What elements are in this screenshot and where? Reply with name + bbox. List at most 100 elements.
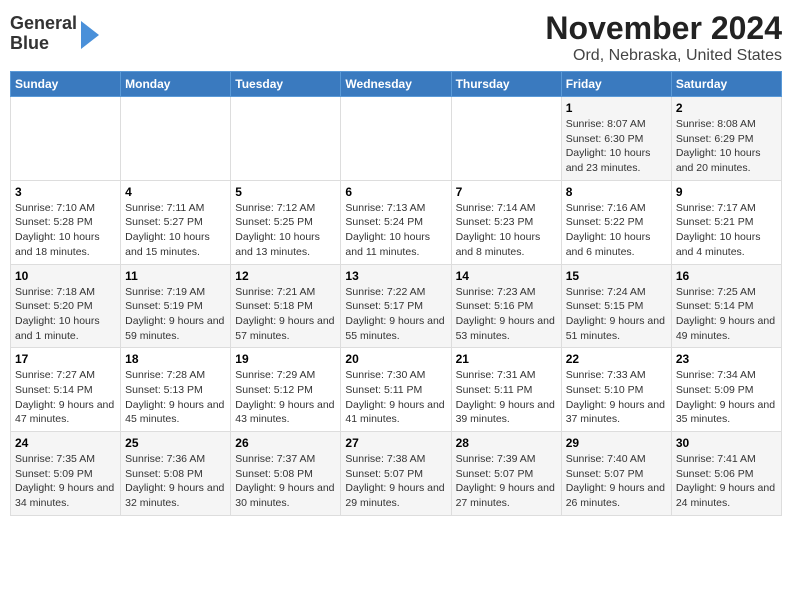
day-info: Sunrise: 7:13 AM Sunset: 5:24 PM Dayligh… [345,201,446,260]
day-info: Sunrise: 7:29 AM Sunset: 5:12 PM Dayligh… [235,368,336,427]
day-number: 11 [125,269,226,283]
day-info: Sunrise: 7:18 AM Sunset: 5:20 PM Dayligh… [15,285,116,344]
column-header-friday: Friday [561,72,671,97]
day-number: 16 [676,269,777,283]
calendar-cell: 15 Sunrise: 7:24 AM Sunset: 5:15 PM Dayli… [561,264,671,348]
day-number: 18 [125,352,226,366]
day-number: 24 [15,436,116,450]
day-number: 15 [566,269,667,283]
day-info: Sunrise: 7:28 AM Sunset: 5:13 PM Dayligh… [125,368,226,427]
calendar-body: 1 Sunrise: 8:07 AM Sunset: 6:30 PM Daylig… [11,97,782,516]
calendar-cell [11,97,121,181]
calendar-cell: 3 Sunrise: 7:10 AM Sunset: 5:28 PM Daylig… [11,180,121,264]
day-number: 4 [125,185,226,199]
calendar-week-2: 3 Sunrise: 7:10 AM Sunset: 5:28 PM Daylig… [11,180,782,264]
calendar-header: SundayMondayTuesdayWednesdayThursdayFrid… [11,72,782,97]
day-number: 13 [345,269,446,283]
day-info: Sunrise: 7:21 AM Sunset: 5:18 PM Dayligh… [235,285,336,344]
calendar-table: SundayMondayTuesdayWednesdayThursdayFrid… [10,71,782,516]
calendar-cell: 28 Sunrise: 7:39 AM Sunset: 5:07 PM Dayli… [451,432,561,516]
calendar-week-1: 1 Sunrise: 8:07 AM Sunset: 6:30 PM Daylig… [11,97,782,181]
calendar-cell: 24 Sunrise: 7:35 AM Sunset: 5:09 PM Dayli… [11,432,121,516]
calendar-week-3: 10 Sunrise: 7:18 AM Sunset: 5:20 PM Dayli… [11,264,782,348]
calendar-cell: 25 Sunrise: 7:36 AM Sunset: 5:08 PM Dayli… [121,432,231,516]
calendar-cell: 7Sunrise: 7:14 AM Sunset: 5:23 PM Daylig… [451,180,561,264]
logo-text: General Blue [10,14,77,54]
day-info: Sunrise: 7:12 AM Sunset: 5:25 PM Dayligh… [235,201,336,260]
day-number: 7 [456,185,557,199]
calendar-cell: 11 Sunrise: 7:19 AM Sunset: 5:19 PM Dayli… [121,264,231,348]
day-number: 10 [15,269,116,283]
calendar-cell: 30Sunrise: 7:41 AM Sunset: 5:06 PM Dayli… [671,432,781,516]
column-header-monday: Monday [121,72,231,97]
day-number: 5 [235,185,336,199]
day-number: 8 [566,185,667,199]
calendar-cell: 17Sunrise: 7:27 AM Sunset: 5:14 PM Dayli… [11,348,121,432]
calendar-cell: 27 Sunrise: 7:38 AM Sunset: 5:07 PM Dayli… [341,432,451,516]
calendar-cell: 1 Sunrise: 8:07 AM Sunset: 6:30 PM Daylig… [561,97,671,181]
day-info: Sunrise: 7:25 AM Sunset: 5:14 PM Dayligh… [676,285,777,344]
day-number: 21 [456,352,557,366]
day-number: 22 [566,352,667,366]
logo-line1: General [10,14,77,34]
calendar-cell: 9Sunrise: 7:17 AM Sunset: 5:21 PM Daylig… [671,180,781,264]
page-header: General Blue November 2024 Ord, Nebraska… [10,10,782,65]
calendar-cell: 13 Sunrise: 7:22 AM Sunset: 5:17 PM Dayli… [341,264,451,348]
day-info: Sunrise: 7:30 AM Sunset: 5:11 PM Dayligh… [345,368,446,427]
header-row: SundayMondayTuesdayWednesdayThursdayFrid… [11,72,782,97]
calendar-cell: 26Sunrise: 7:37 AM Sunset: 5:08 PM Dayli… [231,432,341,516]
day-number: 14 [456,269,557,283]
day-info: Sunrise: 7:16 AM Sunset: 5:22 PM Dayligh… [566,201,667,260]
calendar-cell: 21Sunrise: 7:31 AM Sunset: 5:11 PM Dayli… [451,348,561,432]
day-number: 9 [676,185,777,199]
calendar-cell [341,97,451,181]
page-subtitle: Ord, Nebraska, United States [545,47,782,65]
column-header-wednesday: Wednesday [341,72,451,97]
calendar-cell [451,97,561,181]
column-header-sunday: Sunday [11,72,121,97]
day-number: 20 [345,352,446,366]
day-info: Sunrise: 7:40 AM Sunset: 5:07 PM Dayligh… [566,452,667,511]
calendar-cell: 10 Sunrise: 7:18 AM Sunset: 5:20 PM Dayli… [11,264,121,348]
calendar-cell [121,97,231,181]
day-info: Sunrise: 7:39 AM Sunset: 5:07 PM Dayligh… [456,452,557,511]
day-number: 2 [676,101,777,115]
title-block: November 2024 Ord, Nebraska, United Stat… [545,10,782,65]
calendar-cell: 22 Sunrise: 7:33 AM Sunset: 5:10 PM Dayli… [561,348,671,432]
day-info: Sunrise: 7:10 AM Sunset: 5:28 PM Dayligh… [15,201,116,260]
column-header-tuesday: Tuesday [231,72,341,97]
day-info: Sunrise: 7:11 AM Sunset: 5:27 PM Dayligh… [125,201,226,260]
calendar-cell: 14 Sunrise: 7:23 AM Sunset: 5:16 PM Dayli… [451,264,561,348]
day-info: Sunrise: 8:08 AM Sunset: 6:29 PM Dayligh… [676,117,777,176]
calendar-week-4: 17Sunrise: 7:27 AM Sunset: 5:14 PM Dayli… [11,348,782,432]
day-info: Sunrise: 7:22 AM Sunset: 5:17 PM Dayligh… [345,285,446,344]
day-info: Sunrise: 7:19 AM Sunset: 5:19 PM Dayligh… [125,285,226,344]
day-info: Sunrise: 7:38 AM Sunset: 5:07 PM Dayligh… [345,452,446,511]
day-number: 26 [235,436,336,450]
day-info: Sunrise: 7:24 AM Sunset: 5:15 PM Dayligh… [566,285,667,344]
day-number: 28 [456,436,557,450]
day-info: Sunrise: 7:35 AM Sunset: 5:09 PM Dayligh… [15,452,116,511]
day-info: Sunrise: 7:36 AM Sunset: 5:08 PM Dayligh… [125,452,226,511]
column-header-thursday: Thursday [451,72,561,97]
day-info: Sunrise: 7:23 AM Sunset: 5:16 PM Dayligh… [456,285,557,344]
day-number: 3 [15,185,116,199]
calendar-cell: 2 Sunrise: 8:08 AM Sunset: 6:29 PM Daylig… [671,97,781,181]
day-number: 27 [345,436,446,450]
calendar-cell: 18 Sunrise: 7:28 AM Sunset: 5:13 PM Dayli… [121,348,231,432]
calendar-week-5: 24 Sunrise: 7:35 AM Sunset: 5:09 PM Dayli… [11,432,782,516]
day-info: Sunrise: 7:33 AM Sunset: 5:10 PM Dayligh… [566,368,667,427]
day-number: 25 [125,436,226,450]
calendar-cell: 16 Sunrise: 7:25 AM Sunset: 5:14 PM Dayli… [671,264,781,348]
day-number: 6 [345,185,446,199]
calendar-cell: 4 Sunrise: 7:11 AM Sunset: 5:27 PM Daylig… [121,180,231,264]
day-number: 1 [566,101,667,115]
day-number: 29 [566,436,667,450]
logo-arrow-icon [81,21,99,49]
calendar-cell [231,97,341,181]
page-title: November 2024 [545,10,782,47]
logo-line2: Blue [10,34,77,54]
day-info: Sunrise: 8:07 AM Sunset: 6:30 PM Dayligh… [566,117,667,176]
calendar-cell: 23Sunrise: 7:34 AM Sunset: 5:09 PM Dayli… [671,348,781,432]
calendar-cell: 19Sunrise: 7:29 AM Sunset: 5:12 PM Dayli… [231,348,341,432]
